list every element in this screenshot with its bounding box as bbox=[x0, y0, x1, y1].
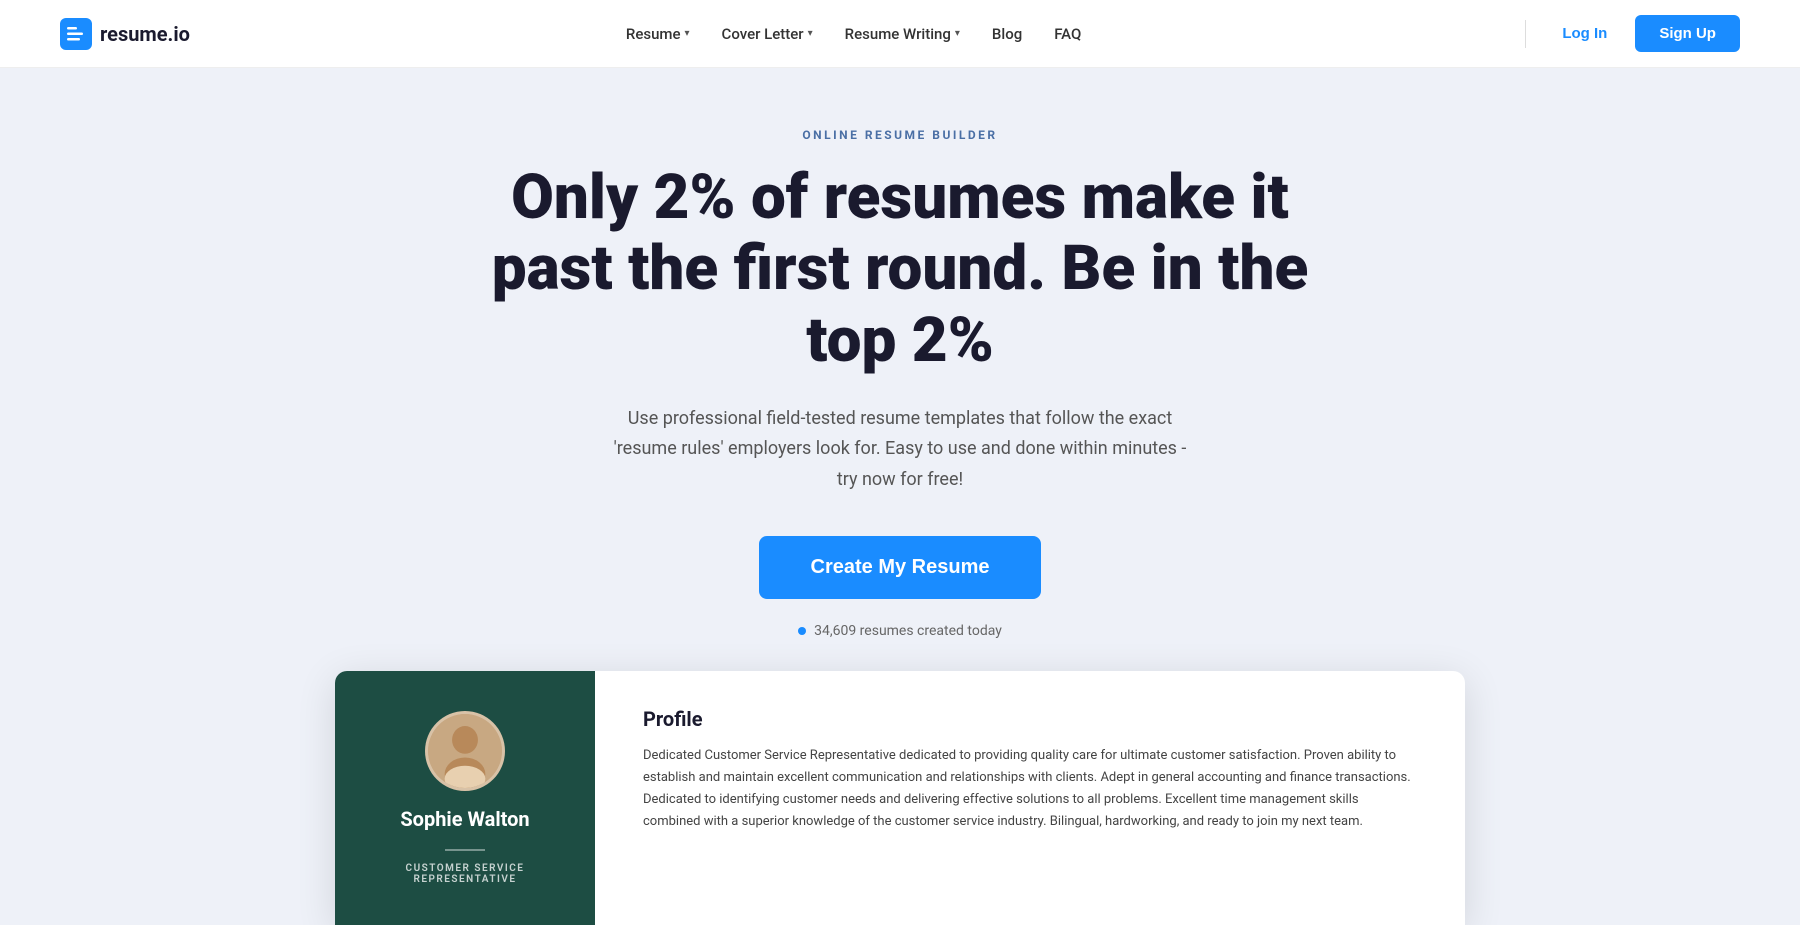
resume-right-panel: Profile Dedicated Customer Service Repre… bbox=[595, 671, 1465, 925]
chevron-down-icon: ▾ bbox=[685, 28, 690, 39]
chevron-down-icon: ▾ bbox=[808, 28, 813, 39]
resume-name-divider bbox=[445, 849, 485, 851]
nav-item-blog[interactable]: Blog bbox=[980, 17, 1034, 51]
resume-person-title: CUSTOMER SERVICEREPRESENTATIVE bbox=[406, 863, 525, 885]
signup-button[interactable]: Sign Up bbox=[1635, 15, 1740, 52]
resumes-count: 34,609 resumes created today bbox=[798, 623, 1002, 639]
resume-avatar bbox=[425, 711, 505, 791]
logo-link[interactable]: resume.io bbox=[60, 18, 190, 50]
login-button[interactable]: Log In bbox=[1542, 17, 1627, 50]
navbar-actions: Log In Sign Up bbox=[1517, 15, 1740, 52]
resumes-count-text: 34,609 resumes created today bbox=[814, 623, 1002, 639]
nav-item-faq[interactable]: FAQ bbox=[1042, 17, 1093, 51]
logo-text: resume.io bbox=[100, 22, 190, 46]
hero-section: ONLINE RESUME BUILDER Only 2% of resumes… bbox=[0, 68, 1800, 925]
resume-person-name: Sophie Walton bbox=[400, 807, 529, 831]
resume-profile-heading: Profile bbox=[643, 707, 1417, 731]
nav-divider bbox=[1525, 20, 1526, 48]
resume-preview-card: Sophie Walton CUSTOMER SERVICEREPRESENTA… bbox=[335, 671, 1465, 925]
hero-title: Only 2% of resumes make it past the firs… bbox=[450, 162, 1350, 376]
main-nav: Resume ▾ Cover Letter ▾ Resume Writing ▾… bbox=[614, 17, 1093, 51]
logo-icon bbox=[60, 18, 92, 50]
resume-profile-text: Dedicated Customer Service Representativ… bbox=[643, 745, 1417, 833]
create-resume-button[interactable]: Create My Resume bbox=[759, 536, 1042, 599]
chevron-down-icon: ▾ bbox=[955, 28, 960, 39]
avatar-image bbox=[428, 711, 502, 791]
nav-item-resume-writing[interactable]: Resume Writing ▾ bbox=[833, 17, 972, 51]
resume-left-panel: Sophie Walton CUSTOMER SERVICEREPRESENTA… bbox=[335, 671, 595, 925]
navbar: resume.io Resume ▾ Cover Letter ▾ Resume… bbox=[0, 0, 1800, 68]
hero-eyebrow: ONLINE RESUME BUILDER bbox=[802, 128, 997, 142]
count-dot-icon bbox=[798, 627, 806, 635]
nav-item-cover-letter[interactable]: Cover Letter ▾ bbox=[710, 17, 825, 51]
nav-item-resume[interactable]: Resume ▾ bbox=[614, 17, 702, 51]
hero-subtitle: Use professional field-tested resume tem… bbox=[610, 404, 1190, 496]
